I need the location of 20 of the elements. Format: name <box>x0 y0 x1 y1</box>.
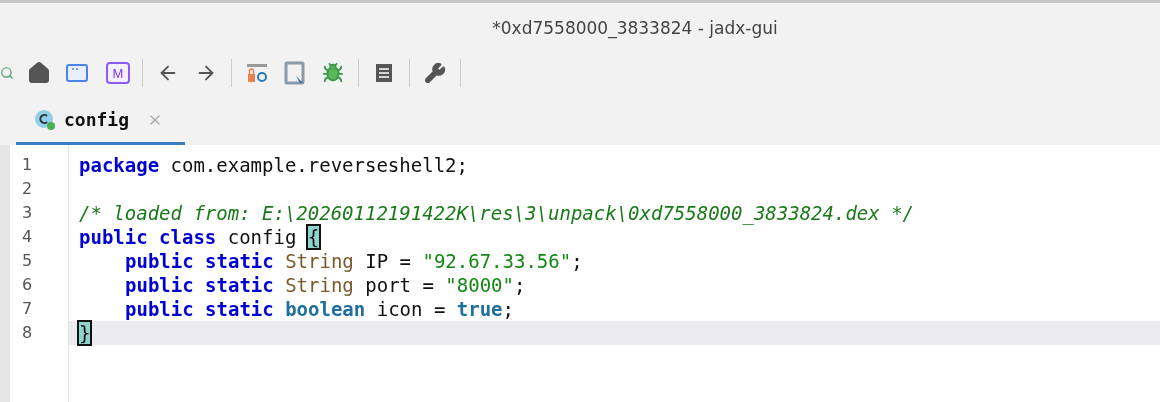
line-number: 6 <box>21 274 34 296</box>
line-number: 4 <box>21 226 34 248</box>
m-button[interactable]: M <box>106 62 130 84</box>
class-icon <box>34 108 56 131</box>
line-number: 5 <box>21 250 34 272</box>
line-number: 3 <box>21 202 34 224</box>
code-line: package com.example.reverseshell2; <box>78 153 469 177</box>
code-line: public static String port = "8000"; <box>124 273 527 297</box>
window-title: *0xd7558000_3833824 - jadx-gui <box>492 18 778 38</box>
line-number: 8 <box>21 322 34 344</box>
line-number: 2 <box>21 178 34 200</box>
code-line: public class config { <box>78 225 321 249</box>
line-number: 7 <box>21 298 34 320</box>
home-icon[interactable] <box>26 60 52 86</box>
wrench-icon[interactable] <box>422 60 448 86</box>
line-number: 1 <box>21 154 34 176</box>
code-line: public static boolean icon = true; <box>124 297 515 321</box>
document-cursor-icon[interactable] <box>282 60 308 86</box>
code-line: /* loaded from: E:\20260112191422K\res\3\unpack\0xd7558000_3833824.dex */ <box>78 201 916 225</box>
code-line: public static String IP = "92.67.33.56"; <box>124 249 584 273</box>
